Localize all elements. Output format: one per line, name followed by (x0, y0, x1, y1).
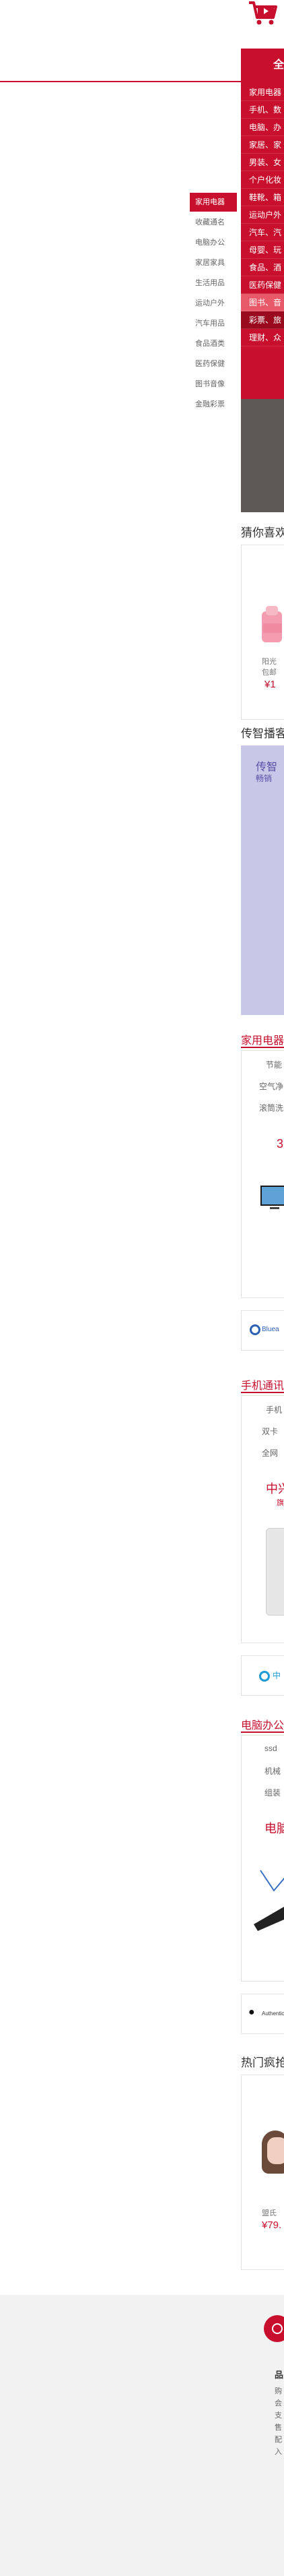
category-item[interactable]: 手机、数 (241, 101, 284, 119)
footer-heading: 品 (275, 2370, 284, 2380)
category-menu-title: 全 (273, 59, 284, 71)
floor-tab[interactable]: 滚筒洗 (259, 1102, 283, 1113)
floor-tab[interactable]: 组装 (264, 1787, 281, 1798)
category-item[interactable]: 运动户外 (241, 206, 284, 224)
product-price: ¥79. (262, 2219, 282, 2231)
footer-link[interactable]: 会 (275, 2397, 282, 2408)
product-name[interactable]: 阳光 (262, 656, 277, 667)
category-item[interactable]: 个户化妆 (241, 171, 284, 189)
category-item[interactable]: 医药保健 (241, 276, 284, 294)
floor-title-computers: 电脑办公 (241, 1720, 284, 1731)
product-image (262, 2130, 284, 2174)
product-desc: 包邮 (262, 669, 277, 677)
tv-image[interactable] (259, 1184, 284, 1211)
category-item[interactable]: 母婴、玩 (241, 241, 284, 259)
footer-link[interactable]: 支 (275, 2410, 282, 2420)
category-item[interactable]: 食品、酒 (241, 259, 284, 276)
category-menu: 全 家用电器 手机、数 电脑、办 家居、家 男装、女 个户化妆 鞋靴、箱 运动户外 汽车、汽 母婴… (241, 49, 284, 399)
hero-banner[interactable] (241, 399, 284, 512)
floor-panel-appliances: 节能 空气净 滚筒洗 3 (241, 1050, 284, 1298)
brand-logo-text: Bluea (262, 1326, 279, 1333)
floor-tab[interactable]: 机械 (264, 1765, 281, 1777)
floor-panel-computers: ssd 机械 组装 电脑 (241, 1735, 284, 1982)
brand-logo-text: 中 (273, 1671, 281, 1680)
floor-nav-item[interactable]: 图书音像 (190, 375, 237, 394)
quality-badge-icon (264, 2315, 284, 2342)
floor-nav-item[interactable]: 运动户外 (190, 294, 237, 313)
footer-link[interactable]: 购 (275, 2385, 282, 2396)
floor-nav-item[interactable]: 家居家具 (190, 253, 237, 272)
footer-link[interactable]: 售 (275, 2422, 282, 2432)
floor-nav-item[interactable]: 收藏通名 (190, 213, 237, 232)
hot-section-title: 热门疯抢 (241, 2056, 284, 2069)
product-image (258, 606, 284, 646)
floor-nav-item[interactable]: 金融彩票 (190, 395, 237, 414)
floor-divider (241, 1731, 284, 1733)
floor-title-phones: 手机通讯 (241, 1380, 284, 1392)
brand-logo-icon (259, 1671, 270, 1682)
category-item[interactable]: 汽车、汽 (241, 224, 284, 241)
floor-nav-item[interactable]: 家用电器 (190, 193, 237, 212)
floor-tab[interactable]: 双卡 (262, 1425, 278, 1437)
apple-logo-icon: ● (248, 2006, 255, 2018)
category-item[interactable]: 电脑、办 (241, 119, 284, 136)
brand-logo-text: Authentic (262, 2011, 284, 2017)
promo-number: 3 (277, 1137, 284, 1151)
category-item[interactable]: 图书、音 (241, 294, 284, 311)
floor-nav-item[interactable]: 医药保健 (190, 355, 237, 373)
floor-panel-phones: 手机 双卡 全网 中兴 旗 (241, 1395, 284, 1643)
floor-tab[interactable]: ssd (264, 1744, 277, 1753)
broadcast-panel[interactable]: 传智 畅销 (241, 745, 284, 1015)
footer-link[interactable]: 入 (275, 2446, 282, 2457)
category-item[interactable]: 男装、女 (241, 154, 284, 171)
footer-link[interactable]: 配 (275, 2434, 282, 2445)
broadcast-section-title: 传智播客 (241, 727, 284, 740)
category-item[interactable]: 彩票、旅 (241, 311, 284, 329)
brand-strip-computers[interactable]: ● Authentic (241, 1994, 284, 2034)
promo-title: 电脑 (264, 1822, 284, 1835)
laptop-image[interactable] (254, 1864, 284, 1931)
category-item[interactable]: 理财、众 (241, 329, 284, 346)
floor-divider (241, 1392, 284, 1393)
brand-logo-icon (250, 1324, 260, 1335)
product-price: ¥1 (264, 679, 276, 690)
floor-nav-item[interactable]: 汽车用品 (190, 314, 237, 333)
floor-nav-item[interactable]: 生活用品 (190, 274, 237, 293)
product-name[interactable]: 盟氏 (262, 2207, 277, 2218)
guess-section-title: 猜你喜欢 (241, 526, 284, 539)
floor-nav-item[interactable]: 食品酒类 (190, 334, 237, 353)
guess-product-card[interactable]: 阳光 包邮 ¥1 (241, 545, 284, 720)
category-item[interactable]: 鞋靴、箱 (241, 189, 284, 206)
promo-subtitle: 旗 (277, 1499, 284, 1507)
floor-tab[interactable]: 全网 (262, 1447, 278, 1459)
hot-product-card[interactable]: 盟氏 ¥79. (241, 2075, 284, 2270)
broadcast-headline: 传智 (256, 762, 278, 773)
broadcast-subline: 畅销 (256, 774, 273, 783)
floor-nav-item[interactable]: 电脑办公 (190, 233, 237, 252)
brand-strip-phones[interactable]: 中 (241, 1655, 284, 1696)
floor-tab[interactable]: 手机 (266, 1404, 282, 1415)
shopping-cart-icon[interactable] (246, 0, 277, 27)
category-item[interactable]: 家居、家 (241, 136, 284, 154)
category-item[interactable]: 家用电器 (241, 84, 284, 101)
floor-tab[interactable]: 空气净 (259, 1080, 283, 1092)
footer: 品 购会支售配入 (0, 2295, 284, 2576)
promo-title: 中兴 (266, 1482, 284, 1496)
floor-divider (241, 1047, 284, 1048)
brand-strip-appliances[interactable]: Bluea (241, 1310, 284, 1351)
floor-title-appliances: 家用电器 (241, 1035, 284, 1047)
phone-image[interactable] (266, 1528, 284, 1616)
floor-tab[interactable]: 节能 (266, 1059, 282, 1070)
